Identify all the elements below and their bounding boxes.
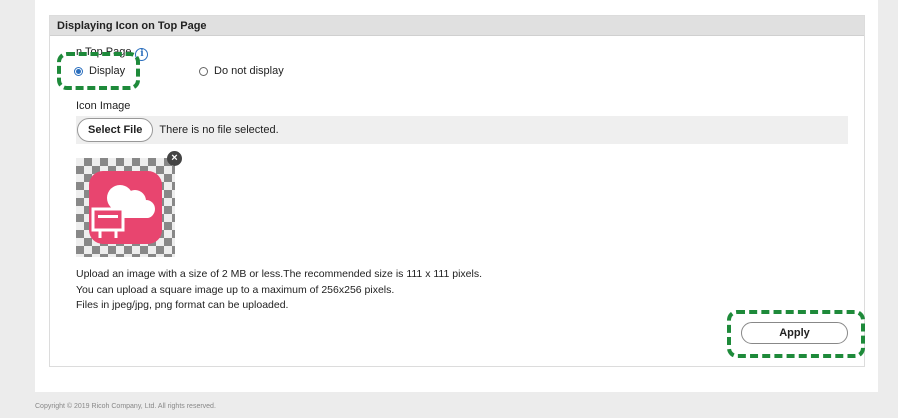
copyright-text: Copyright © 2019 Ricoh Company, Ltd. All… xyxy=(35,403,216,410)
remove-image-icon[interactable]: × xyxy=(167,151,182,166)
no-file-text: There is no file selected. xyxy=(159,124,279,136)
select-file-button[interactable]: Select File xyxy=(77,118,154,142)
display-highlight-callout xyxy=(57,52,140,90)
help-text-formats: Files in jpeg/jpg, png format can be upl… xyxy=(76,299,289,311)
section-title: Displaying Icon on Top Page xyxy=(50,16,864,36)
icon-image-label: Icon Image xyxy=(76,100,131,112)
cloud-whiteboard-icon xyxy=(89,171,162,244)
icon-preview xyxy=(76,158,175,257)
radio-do-not-display-label: Do not display xyxy=(214,65,284,77)
file-selector-row: Select File There is no file selected. xyxy=(76,116,848,144)
radio-do-not-display[interactable]: Do not display xyxy=(199,65,284,77)
radio-unchecked-icon[interactable] xyxy=(199,66,208,76)
help-text-size: Upload an image with a size of 2 MB or l… xyxy=(76,268,482,280)
apply-highlight-callout xyxy=(727,310,865,358)
help-text-dimensions: You can upload a square image up to a ma… xyxy=(76,284,395,296)
